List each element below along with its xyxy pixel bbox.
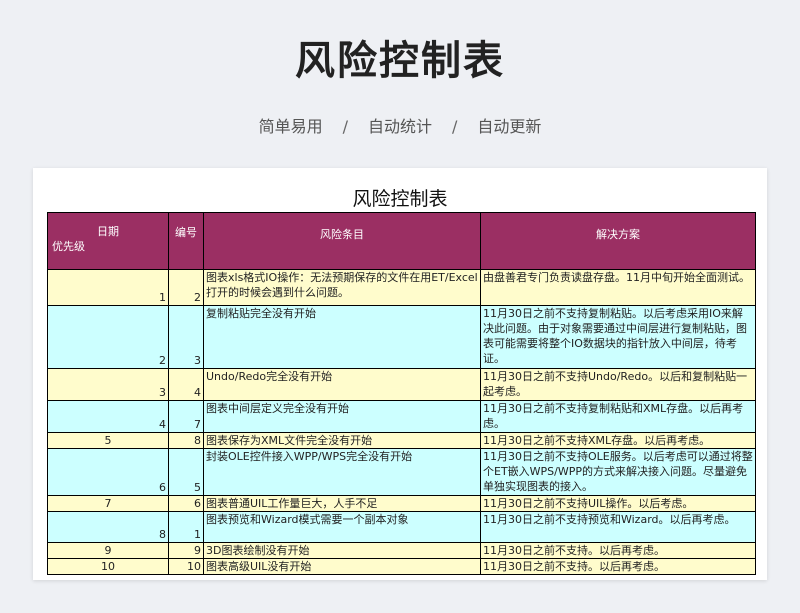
- cell-seq[interactable]: 9: [168, 542, 204, 559]
- subtitle-item: 简单易用: [258, 117, 323, 136]
- cell-solution[interactable]: 11月30日之前不支持。以后再考虑。: [480, 542, 756, 559]
- cell-solution[interactable]: 11月30日之前不支持UIL操作。以后考虑。: [480, 495, 756, 512]
- cell-solution[interactable]: 由盘善君专门负责读盘存盘。11月中旬开始全面测试。: [480, 269, 756, 306]
- cell-priority[interactable]: 1: [47, 269, 169, 306]
- subtitle-separator: /: [342, 117, 348, 136]
- table-row: 8 1 图表预览和Wizard模式需要一个副本对象 11月30日之前不支持预览和…: [47, 511, 756, 543]
- cell-priority[interactable]: 7: [47, 495, 169, 512]
- cell-risk[interactable]: Undo/Redo完全没有开始: [203, 368, 481, 401]
- cell-seq[interactable]: 1: [168, 511, 204, 543]
- cell-solution[interactable]: 11月30日之前不支持Undo/Redo。以后和复制粘贴一起考虑。: [480, 368, 756, 401]
- table-row: 5 8 图表保存为XML文件完全没有开始 11月30日之前不支持XML存盘。以后…: [47, 432, 756, 449]
- cell-seq[interactable]: 5: [168, 448, 204, 496]
- cell-seq[interactable]: 10: [168, 558, 204, 575]
- cell-risk[interactable]: 图表xls格式IO操作：无法预期保存的文件在用ET/Excel打开的时候会遇到什…: [203, 269, 481, 306]
- cell-seq[interactable]: 2: [168, 269, 204, 306]
- cell-risk[interactable]: 图表预览和Wizard模式需要一个副本对象: [203, 511, 481, 543]
- cell-risk[interactable]: 图表高级UIL没有开始: [203, 558, 481, 575]
- spreadsheet-preview: 风险控制表 日期 优先级 编号 风险条目 解决方案 1 2 图表xls格式IO操…: [33, 168, 767, 580]
- cell-risk[interactable]: 3D图表绘制没有开始: [203, 542, 481, 559]
- cell-priority[interactable]: 9: [47, 542, 169, 559]
- cell-solution[interactable]: 11月30日之前不支持OLE服务。以后考虑可以通过将整个ET嵌入WPS/WPP的…: [480, 448, 756, 496]
- cell-solution[interactable]: 11月30日之前不支持XML存盘。以后再考虑。: [480, 432, 756, 449]
- cell-risk[interactable]: 图表保存为XML文件完全没有开始: [203, 432, 481, 449]
- cell-seq[interactable]: 4: [168, 368, 204, 401]
- cell-solution[interactable]: 11月30日之前不支持复制粘贴和XML存盘。以后再考虑。: [480, 400, 756, 433]
- header-date-priority[interactable]: 日期 优先级: [47, 212, 169, 270]
- cell-risk[interactable]: 图表中间层定义完全没有开始: [203, 400, 481, 433]
- cell-seq[interactable]: 3: [168, 305, 204, 369]
- cell-priority[interactable]: 8: [47, 511, 169, 543]
- header-priority: 优先级: [52, 240, 85, 253]
- table-row: 3 4 Undo/Redo完全没有开始 11月30日之前不支持Undo/Redo…: [47, 368, 756, 401]
- cell-priority[interactable]: 4: [47, 400, 169, 433]
- cell-risk[interactable]: 图表普通UIL工作量巨大，人手不足: [203, 495, 481, 512]
- risk-table: 日期 优先级 编号 风险条目 解决方案 1 2 图表xls格式IO操作：无法预期…: [47, 212, 756, 575]
- cell-solution[interactable]: 11月30日之前不支持预览和Wizard。以后再考虑。: [480, 511, 756, 543]
- cell-risk[interactable]: 封装OLE控件接入WPP/WPS完全没有开始: [203, 448, 481, 496]
- page-title: 风险控制表: [295, 38, 505, 84]
- header-seq[interactable]: 编号: [168, 212, 204, 270]
- cell-priority[interactable]: 5: [47, 432, 169, 449]
- table-row: 7 6 图表普通UIL工作量巨大，人手不足 11月30日之前不支持UIL操作。以…: [47, 495, 756, 512]
- cell-solution[interactable]: 11月30日之前不支持复制粘贴。以后考虑采用IO来解决此问题。由于对象需要通过中…: [480, 305, 756, 369]
- cell-priority[interactable]: 2: [47, 305, 169, 369]
- cell-priority[interactable]: 10: [47, 558, 169, 575]
- header-risk[interactable]: 风险条目: [203, 212, 481, 270]
- header-date: 日期: [97, 225, 119, 238]
- cell-solution[interactable]: 11月30日之前不支持。以后再考虑。: [480, 558, 756, 575]
- subtitle: 简单易用 / 自动统计 / 自动更新: [0, 113, 800, 137]
- table-row: 10 10 图表高级UIL没有开始 11月30日之前不支持。以后再考虑。: [47, 558, 756, 575]
- table-row: 1 2 图表xls格式IO操作：无法预期保存的文件在用ET/Excel打开的时候…: [47, 269, 756, 306]
- table-row: 2 3 复制粘贴完全没有开始 11月30日之前不支持复制粘贴。以后考虑采用IO来…: [47, 305, 756, 369]
- subtitle-separator: /: [452, 117, 458, 136]
- cell-seq[interactable]: 7: [168, 400, 204, 433]
- table-row: 9 9 3D图表绘制没有开始 11月30日之前不支持。以后再考虑。: [47, 542, 756, 559]
- cell-priority[interactable]: 3: [47, 368, 169, 401]
- cell-seq[interactable]: 8: [168, 432, 204, 449]
- table-row: 4 7 图表中间层定义完全没有开始 11月30日之前不支持复制粘贴和XML存盘。…: [47, 400, 756, 433]
- subtitle-item: 自动统计: [367, 117, 432, 136]
- cell-risk[interactable]: 复制粘贴完全没有开始: [203, 305, 481, 369]
- table-row: 6 5 封装OLE控件接入WPP/WPS完全没有开始 11月30日之前不支持OL…: [47, 448, 756, 496]
- cell-priority[interactable]: 6: [47, 448, 169, 496]
- header-solution[interactable]: 解决方案: [480, 212, 756, 270]
- subtitle-item: 自动更新: [477, 117, 542, 136]
- cell-seq[interactable]: 6: [168, 495, 204, 512]
- sheet-title: 风险控制表: [352, 188, 448, 210]
